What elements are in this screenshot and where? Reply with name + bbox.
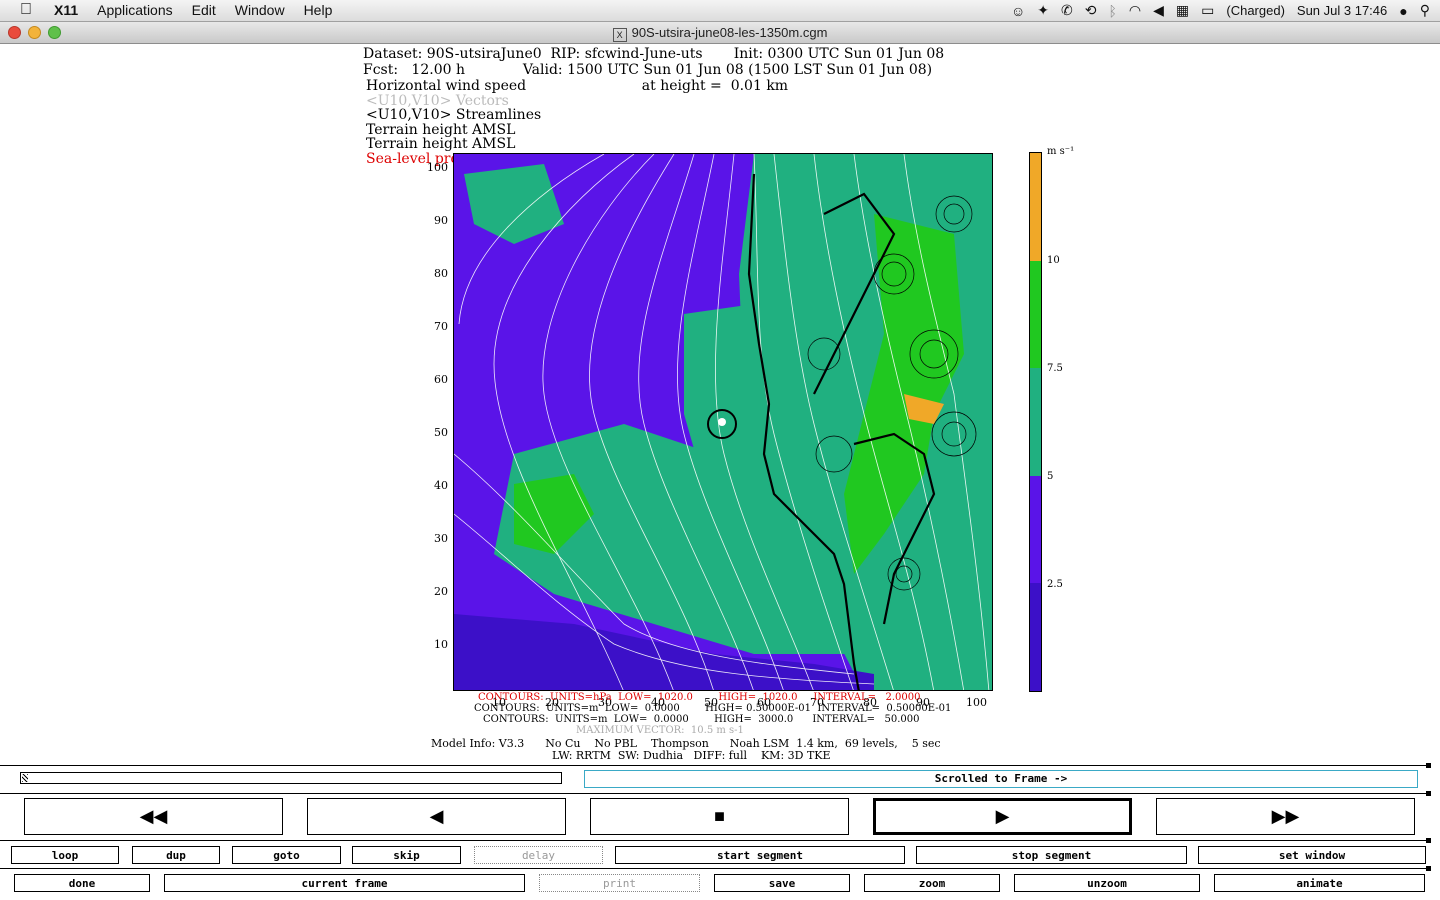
menu-edit[interactable]: Edit <box>192 2 227 18</box>
window-title-text: 90S-utsira-june08-les-1350m.cgm <box>631 25 828 40</box>
header-dataset: Dataset: 90S-utsiraJune0 RIP: sfcwind-Ju… <box>363 46 945 62</box>
y-tick: 20 <box>434 585 448 598</box>
step-forward-button[interactable]: ▶ <box>873 798 1132 835</box>
done-button[interactable]: done <box>14 874 150 892</box>
user-icon[interactable]: ● <box>1399 3 1407 19</box>
menu-bar:  X11 Applications Edit Window Help ☺ ✦ … <box>0 0 1440 22</box>
colorbar-label: 10 <box>1047 255 1060 266</box>
header-field-wind: Horizontal wind speed at height = 0.01 k… <box>366 78 789 94</box>
y-tick: 100 <box>427 161 448 174</box>
colorbar-band <box>1030 368 1041 476</box>
battery-status[interactable]: (Charged) <box>1226 3 1285 18</box>
bluetooth-icon[interactable]: ᛒ <box>1109 3 1117 19</box>
resize-handle[interactable] <box>1426 866 1431 871</box>
rewind-button[interactable]: ◀◀ <box>24 798 283 835</box>
stop-segment-button[interactable]: stop segment <box>916 846 1187 864</box>
time-machine-icon[interactable]: ⟲ <box>1085 2 1097 19</box>
step-back-button[interactable]: ◀ <box>307 798 566 835</box>
resize-handle[interactable] <box>1426 838 1431 843</box>
wind-speed-plot <box>453 153 993 691</box>
menu-list: X11 Applications Edit Window Help <box>54 2 351 18</box>
window-title: X 90S-utsira-june08-les-1350m.cgm <box>0 25 1440 42</box>
y-tick: 50 <box>434 426 448 439</box>
delay-button[interactable]: delay <box>474 846 603 864</box>
skip-button[interactable]: skip <box>352 846 461 864</box>
goto-button[interactable]: goto <box>232 846 341 864</box>
x-tick: 100 <box>966 696 987 709</box>
divider <box>0 793 1430 794</box>
animate-button[interactable]: animate <box>1214 874 1425 892</box>
window-titlebar: X 90S-utsira-june08-les-1350m.cgm <box>0 22 1440 44</box>
y-tick: 70 <box>434 320 448 333</box>
scrollbar-thumb[interactable] <box>22 774 28 782</box>
set-window-button[interactable]: set window <box>1198 846 1426 864</box>
header-field-terrain2: Terrain height AMSL <box>366 136 516 152</box>
colorbar <box>1029 152 1042 692</box>
zoom-button[interactable]: zoom <box>864 874 1000 892</box>
header-fcst: Fcst: 12.00 h Valid: 1500 UTC Sun 01 Jun… <box>363 62 933 78</box>
divider <box>0 868 1430 869</box>
colorbar-band <box>1030 153 1041 261</box>
colorbar-band <box>1030 583 1041 691</box>
header-field-streamlines: <U10,V10> Streamlines <box>366 107 542 123</box>
volume-icon[interactable]: ◀ <box>1153 2 1164 19</box>
colorbar-units: m s⁻¹ <box>1047 146 1075 157</box>
loop-button[interactable]: loop <box>11 846 119 864</box>
colorbar-label: 7.5 <box>1047 363 1063 374</box>
frame-status: Scrolled to Frame -> <box>584 770 1418 788</box>
colorbar-band <box>1030 475 1041 584</box>
apple-menu-icon[interactable]:  <box>20 1 32 19</box>
stop-button[interactable]: ■ <box>590 798 849 835</box>
y-tick: 30 <box>434 532 448 545</box>
print-button[interactable]: print <box>539 874 700 892</box>
dup-button[interactable]: dup <box>132 846 220 864</box>
frame-scrollbar[interactable] <box>20 772 562 784</box>
menu-app[interactable]: X11 <box>54 2 89 18</box>
colorbar-label: 5 <box>1047 471 1054 482</box>
divider <box>0 840 1430 841</box>
footer-model-physics: LW: RRTM SW: Dudhia DIFF: full KM: 3D TK… <box>552 749 831 762</box>
fast-forward-button[interactable]: ▶▶ <box>1156 798 1415 835</box>
spotlight-icon[interactable]: ⚲ <box>1420 2 1430 19</box>
x11-icon: X <box>612 28 627 42</box>
satellite-icon[interactable]: ✦ <box>1037 2 1049 19</box>
save-button[interactable]: save <box>714 874 850 892</box>
menu-applications[interactable]: Applications <box>97 2 184 18</box>
resize-handle[interactable] <box>1426 763 1431 768</box>
y-tick: 90 <box>434 214 448 227</box>
colorbar-label: 2.5 <box>1047 579 1063 590</box>
divider <box>0 765 1430 766</box>
alien-icon[interactable]: ☺ <box>1011 3 1025 19</box>
y-tick: 80 <box>434 267 448 280</box>
menu-help[interactable]: Help <box>304 2 344 18</box>
current-frame-button[interactable]: current frame <box>164 874 525 892</box>
pressure-center-dot <box>718 418 726 426</box>
y-tick: 40 <box>434 479 448 492</box>
unzoom-button[interactable]: unzoom <box>1014 874 1200 892</box>
start-segment-button[interactable]: start segment <box>615 846 905 864</box>
colorbar-band <box>1030 260 1041 369</box>
y-tick: 10 <box>434 638 448 651</box>
footer-max-vector: MAXIMUM VECTOR: 10.5 m s-1 <box>576 725 744 736</box>
status-area: ☺ ✦ ✆ ⟲ ᛒ ◠ ◀ ▦ ▭ (Charged) Sun Jul 3 17… <box>1011 2 1430 19</box>
resize-handle[interactable] <box>1426 791 1431 796</box>
clock[interactable]: Sun Jul 3 17:46 <box>1297 3 1387 18</box>
wind-field-svg <box>454 154 992 690</box>
calendar-icon[interactable]: ▦ <box>1176 2 1189 19</box>
wifi-icon[interactable]: ◠ <box>1129 2 1141 19</box>
battery-icon[interactable]: ▭ <box>1201 2 1214 19</box>
y-tick: 60 <box>434 373 448 386</box>
phone-icon[interactable]: ✆ <box>1061 2 1073 19</box>
menu-window[interactable]: Window <box>235 2 296 18</box>
